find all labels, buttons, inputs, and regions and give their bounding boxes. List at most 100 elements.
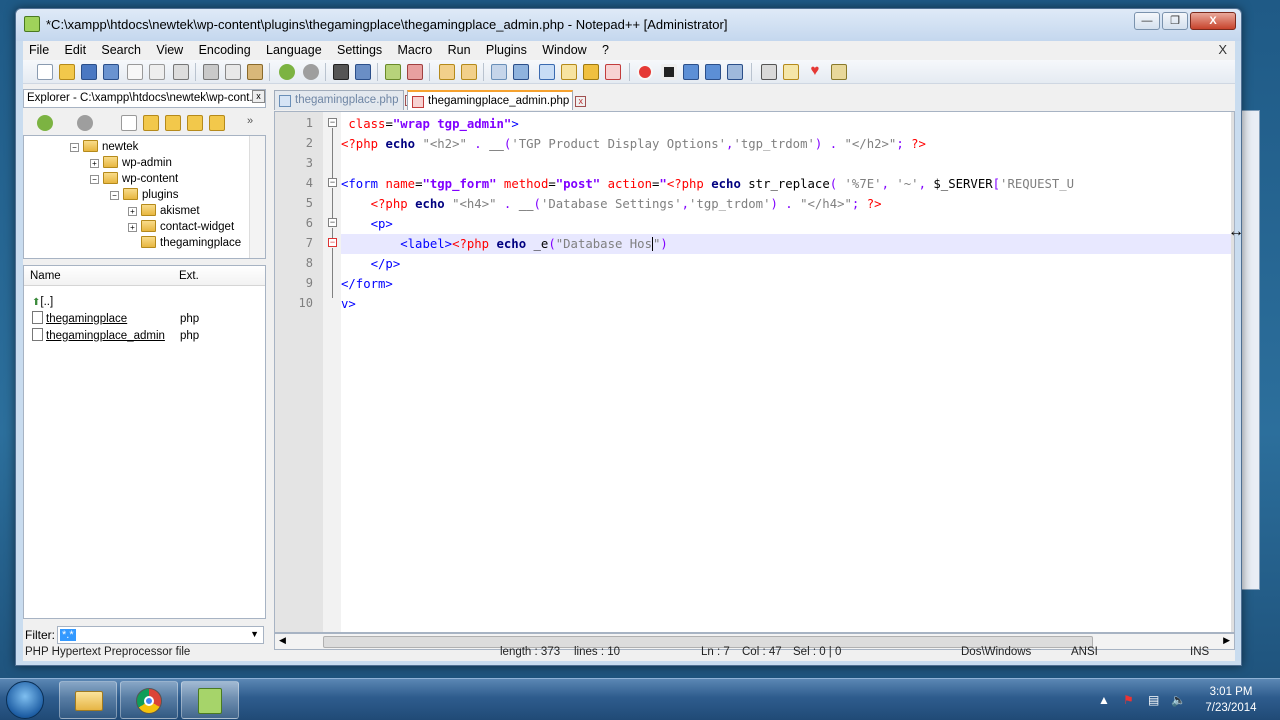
minimize-button[interactable]: — [1134,12,1160,30]
filter-combobox[interactable]: *.* ▼ [57,626,264,644]
tree-node-wp-admin[interactable]: + wp-admin [90,155,172,171]
save-macro-icon[interactable] [727,64,743,80]
taskbar-notepadpp-button[interactable] [181,681,239,719]
close-icon[interactable] [127,64,143,80]
fold-minus-icon[interactable]: − [328,178,337,187]
line-number: 1 [305,116,313,130]
flag-icon[interactable]: ⚑ [1123,693,1137,707]
file-row-parent[interactable]: ⬆[..] [32,294,262,310]
menu-view[interactable]: View [150,41,189,59]
sync-horizontal-icon[interactable] [461,64,477,80]
menu-run[interactable]: Run [442,41,477,59]
new-file-icon[interactable] [37,64,53,80]
open-file-icon[interactable] [59,64,75,80]
column-ext[interactable]: Ext. [179,270,199,282]
function-list-icon[interactable] [583,64,599,80]
folder-workspace-icon[interactable] [605,64,621,80]
tree-node-wp-content[interactable]: − wp-content [90,171,178,187]
expand-icon[interactable]: + [128,207,137,216]
indent-guide-icon[interactable] [539,64,555,80]
menu-window[interactable]: Window [536,41,592,59]
fold-minus-icon[interactable]: − [328,238,337,247]
menu-search[interactable]: Search [95,41,147,59]
file-name: thegamingplace [46,313,128,325]
new-folder-icon[interactable] [143,115,159,131]
taskbar-explorer-button[interactable] [59,681,117,719]
fold-minus-icon[interactable]: − [328,118,337,127]
sync-vertical-icon[interactable] [439,64,455,80]
system-clock[interactable]: 3:01 PM 7/23/2014 [1186,684,1276,716]
collapse-icon[interactable]: − [110,191,119,200]
save-icon[interactable] [81,64,97,80]
tab-thegamingplace[interactable]: thegamingplace.phpx [274,90,416,110]
zoom-out-icon[interactable] [407,64,423,80]
show-all-chars-icon[interactable] [513,64,529,80]
stop-macro-icon[interactable] [661,64,677,80]
tab-thegamingplace-admin[interactable]: thegamingplace_admin.php x [407,90,587,110]
close-button[interactable]: X [1190,12,1236,30]
run-macro-multiple-icon[interactable] [705,64,721,80]
column-name[interactable]: Name [30,270,61,282]
fold-minus-icon[interactable]: − [328,218,337,227]
find-icon[interactable] [333,64,349,80]
expand-icon[interactable]: + [128,223,137,232]
record-macro-icon[interactable] [637,64,653,80]
windows-start-icon[interactable] [6,681,44,719]
cut-icon[interactable] [203,64,219,80]
menu-edit[interactable]: Edit [59,41,93,59]
menu-language[interactable]: Language [260,41,328,59]
zoom-in-icon[interactable] [385,64,401,80]
code-editor[interactable]: 1 2 3 4 5 6 7 8 9 10 − − − − class="wrap… [274,111,1235,633]
folder-up-icon[interactable] [165,115,181,131]
dropdown-arrow-icon[interactable]: ▼ [250,629,259,639]
word-wrap-icon[interactable] [491,64,507,80]
back-icon[interactable] [37,115,53,131]
taskbar-chrome-button[interactable] [120,681,178,719]
editor-vertical-scrollbar[interactable] [1231,112,1234,632]
play-macro-icon[interactable] [683,64,699,80]
save-all-icon[interactable] [103,64,119,80]
heart-icon[interactable]: ♥ [807,63,823,80]
new-file-icon[interactable] [121,115,137,131]
expand-icon[interactable]: + [90,159,99,168]
menu-encoding[interactable]: Encoding [193,41,257,59]
tree-node-akismet[interactable]: + akismet [128,203,200,219]
network-icon[interactable]: ▤ [1148,693,1162,707]
tree-node-thegamingplace[interactable]: thegamingplace [141,235,241,251]
file-row[interactable]: thegamingplace php [32,311,262,327]
menu-help[interactable]: ? [596,41,615,59]
plugin-icon[interactable] [831,64,847,80]
menu-file[interactable]: File [23,41,55,59]
paste-icon[interactable] [247,64,263,80]
tree-scrollbar[interactable] [249,136,265,258]
redo-icon[interactable] [303,64,319,80]
collapse-icon[interactable]: − [90,175,99,184]
more-chevron-icon[interactable]: » [247,115,263,131]
menu-settings[interactable]: Settings [331,41,388,59]
tab-close-icon[interactable]: x [575,96,587,107]
print-icon[interactable] [173,64,189,80]
file-row[interactable]: thegamingplace_admin php [32,328,262,344]
close-all-icon[interactable] [149,64,165,80]
show-hidden-icons-icon[interactable]: ▲ [1098,693,1112,707]
notes-icon[interactable] [783,64,799,80]
title-bar[interactable]: *C:\xampp\htdocs\newtek\wp-content\plugi… [16,9,1241,41]
user-folder-icon[interactable] [187,115,203,131]
close-document-button[interactable]: X [1218,42,1227,57]
tree-node-plugins[interactable]: − plugins [110,187,178,203]
undo-icon[interactable] [279,64,295,80]
folder-refresh-icon[interactable] [209,115,225,131]
tree-node-contact-widget[interactable]: + contact-widget [128,219,234,235]
menu-plugins[interactable]: Plugins [480,41,533,59]
copy-icon[interactable] [225,64,241,80]
collapse-icon[interactable]: − [70,143,79,152]
replace-icon[interactable] [355,64,371,80]
tree-node-newtek[interactable]: − newtek [70,139,138,155]
explorer-close-button[interactable]: x [252,90,265,103]
menu-macro[interactable]: Macro [392,41,439,59]
volume-icon[interactable]: 🔈 [1171,693,1186,707]
spell-check-icon[interactable] [761,64,777,80]
maximize-button[interactable]: ❐ [1162,12,1188,30]
doc-map-icon[interactable] [561,64,577,80]
forward-icon[interactable] [77,115,93,131]
